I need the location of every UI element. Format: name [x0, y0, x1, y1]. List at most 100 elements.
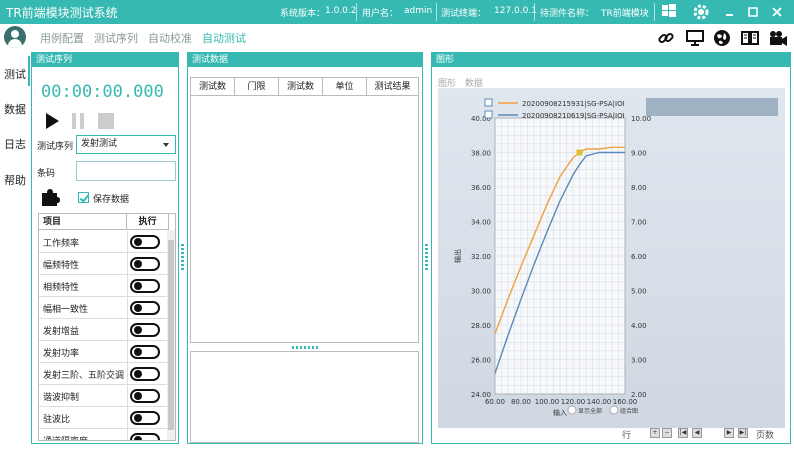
legend-checkbox [484, 110, 493, 119]
item-name: 发射功率 [43, 349, 80, 359]
dut-name: TR前端模块 [601, 9, 649, 19]
maximize-button[interactable] [744, 3, 762, 21]
y2-tick-label: 4.00 [631, 322, 647, 330]
list-item: 驻波比 [39, 407, 169, 429]
execute-toggle[interactable] [130, 235, 160, 249]
monitor-icon[interactable] [686, 29, 704, 47]
video-camera-icon[interactable] [768, 29, 787, 47]
system-version-value: 1.0.0.2 [325, 6, 357, 16]
vertical-splitter[interactable] [181, 244, 184, 270]
sequence-select[interactable]: 发射测试 [76, 135, 176, 154]
horizontal-splitter[interactable] [292, 346, 318, 349]
item-name: 发射增益 [43, 327, 80, 337]
column-header[interactable]: 测试数 [279, 78, 323, 96]
sequence-select-value: 发射测试 [81, 139, 118, 149]
list-item: 工作频率 [39, 231, 169, 253]
minimize-button[interactable] [720, 3, 738, 21]
avatar[interactable] [4, 26, 26, 48]
nav-item-log[interactable]: 日志 [4, 136, 26, 152]
y-tick-label: 30.00 [471, 288, 491, 296]
title-bar: TR前端模块测试系统 系统版本： 1.0.0.2 用户名： admin 测试终端… [0, 0, 794, 24]
close-button[interactable] [768, 3, 786, 21]
book-icon[interactable] [741, 29, 759, 47]
graph-panel: 图形 图形 数据 24.00 26.00 28.00 30.00 32.00 34.00 3… [431, 52, 791, 444]
item-name: 驻波比 [43, 415, 71, 425]
divider [534, 3, 535, 21]
column-header[interactable]: 门限 [235, 78, 279, 96]
link-icon[interactable] [657, 29, 675, 47]
y2-tick-label: 8.00 [631, 184, 647, 192]
execute-toggle[interactable] [130, 323, 160, 337]
last-page-button[interactable]: ▶| [738, 428, 748, 438]
y-tick-label: 36.00 [471, 184, 491, 192]
list-item: 幅频特性 [39, 253, 169, 275]
legend-entry: 20200908210619|SG-PSA|IOI [522, 112, 625, 120]
test-data-detail [190, 351, 419, 443]
list-item: 发射功率 [39, 341, 169, 363]
globe-icon[interactable] [713, 29, 731, 47]
first-page-button[interactable]: |◀ [678, 428, 688, 438]
play-button[interactable] [46, 113, 59, 129]
legend-checkbox [484, 98, 493, 107]
list-item: 发射增益 [39, 319, 169, 341]
y2-tick-label: 10.00 [631, 115, 651, 123]
execute-toggle[interactable] [130, 389, 160, 403]
data-marker [576, 149, 583, 156]
barcode-input[interactable] [76, 161, 176, 181]
column-header[interactable]: 测试数 [191, 78, 235, 96]
vertical-splitter[interactable] [425, 244, 428, 270]
remove-row-button[interactable]: − [662, 428, 672, 438]
gear-icon[interactable] [692, 3, 710, 21]
item-name: 通道隔离度 [43, 434, 88, 440]
column-header[interactable]: 单位 [323, 78, 367, 96]
graph-panel-title: 图形 [432, 53, 790, 67]
save-data-checkbox[interactable] [78, 192, 89, 203]
add-row-button[interactable]: + [650, 428, 660, 438]
pause-button-bar [80, 113, 84, 129]
toolbar: 用例配置 测试序列 自动校准 自动测试 [0, 24, 794, 50]
divider [127, 297, 128, 319]
execute-toggle[interactable] [130, 433, 160, 440]
test-data-grid[interactable]: 测试数 门限 测试数 单位 测试结果 [190, 77, 419, 343]
item-name: 幅频特性 [43, 261, 80, 271]
y2-tick-label: 5.00 [631, 288, 647, 296]
item-name: 幅相一致性 [43, 305, 89, 315]
side-nav: 测试 数据 日志 帮助 [0, 52, 30, 450]
menu-test-sequence[interactable]: 测试序列 [94, 30, 138, 46]
windows-icon[interactable] [660, 3, 678, 21]
prev-page-button[interactable]: ◀ [692, 428, 702, 438]
stop-button[interactable] [98, 113, 114, 129]
save-data-label: 保存数据 [93, 195, 130, 205]
column-header-execute: 执行 [127, 214, 169, 230]
nav-item-help[interactable]: 帮助 [4, 172, 26, 188]
radio-button [567, 405, 577, 415]
menu-case-config[interactable]: 用例配置 [40, 30, 84, 46]
nav-item-test[interactable]: 测试 [4, 66, 26, 82]
barcode-label: 条码 [37, 169, 56, 179]
divider [127, 341, 128, 363]
execute-toggle[interactable] [130, 345, 160, 359]
x-tick-label: 160.00 [613, 398, 638, 406]
radio-button [609, 405, 619, 415]
menu-auto-test[interactable]: 自动测试 [202, 30, 246, 46]
next-page-button[interactable]: ▶ [724, 428, 734, 438]
divider [436, 3, 437, 21]
x-tick-label: 140.00 [587, 398, 612, 406]
test-data-panel: 测试数据 测试数 门限 测试数 单位 测试结果 [187, 52, 423, 444]
nav-item-data[interactable]: 数据 [4, 101, 26, 117]
y-tick-label: 32.00 [471, 253, 491, 261]
execute-toggle[interactable] [130, 257, 160, 271]
execute-toggle[interactable] [130, 279, 160, 293]
y2-tick-label: 3.00 [631, 357, 647, 365]
divider [127, 275, 128, 297]
items-scrollbar[interactable] [167, 230, 175, 440]
execute-toggle[interactable] [130, 367, 160, 381]
column-header[interactable]: 测试结果 [367, 78, 418, 96]
execute-toggle[interactable] [130, 301, 160, 315]
puzzle-icon[interactable] [40, 187, 60, 207]
pause-button[interactable] [72, 113, 76, 129]
divider [127, 429, 128, 440]
divider [127, 253, 128, 275]
execute-toggle[interactable] [130, 411, 160, 425]
menu-auto-calibration[interactable]: 自动校准 [148, 30, 192, 46]
